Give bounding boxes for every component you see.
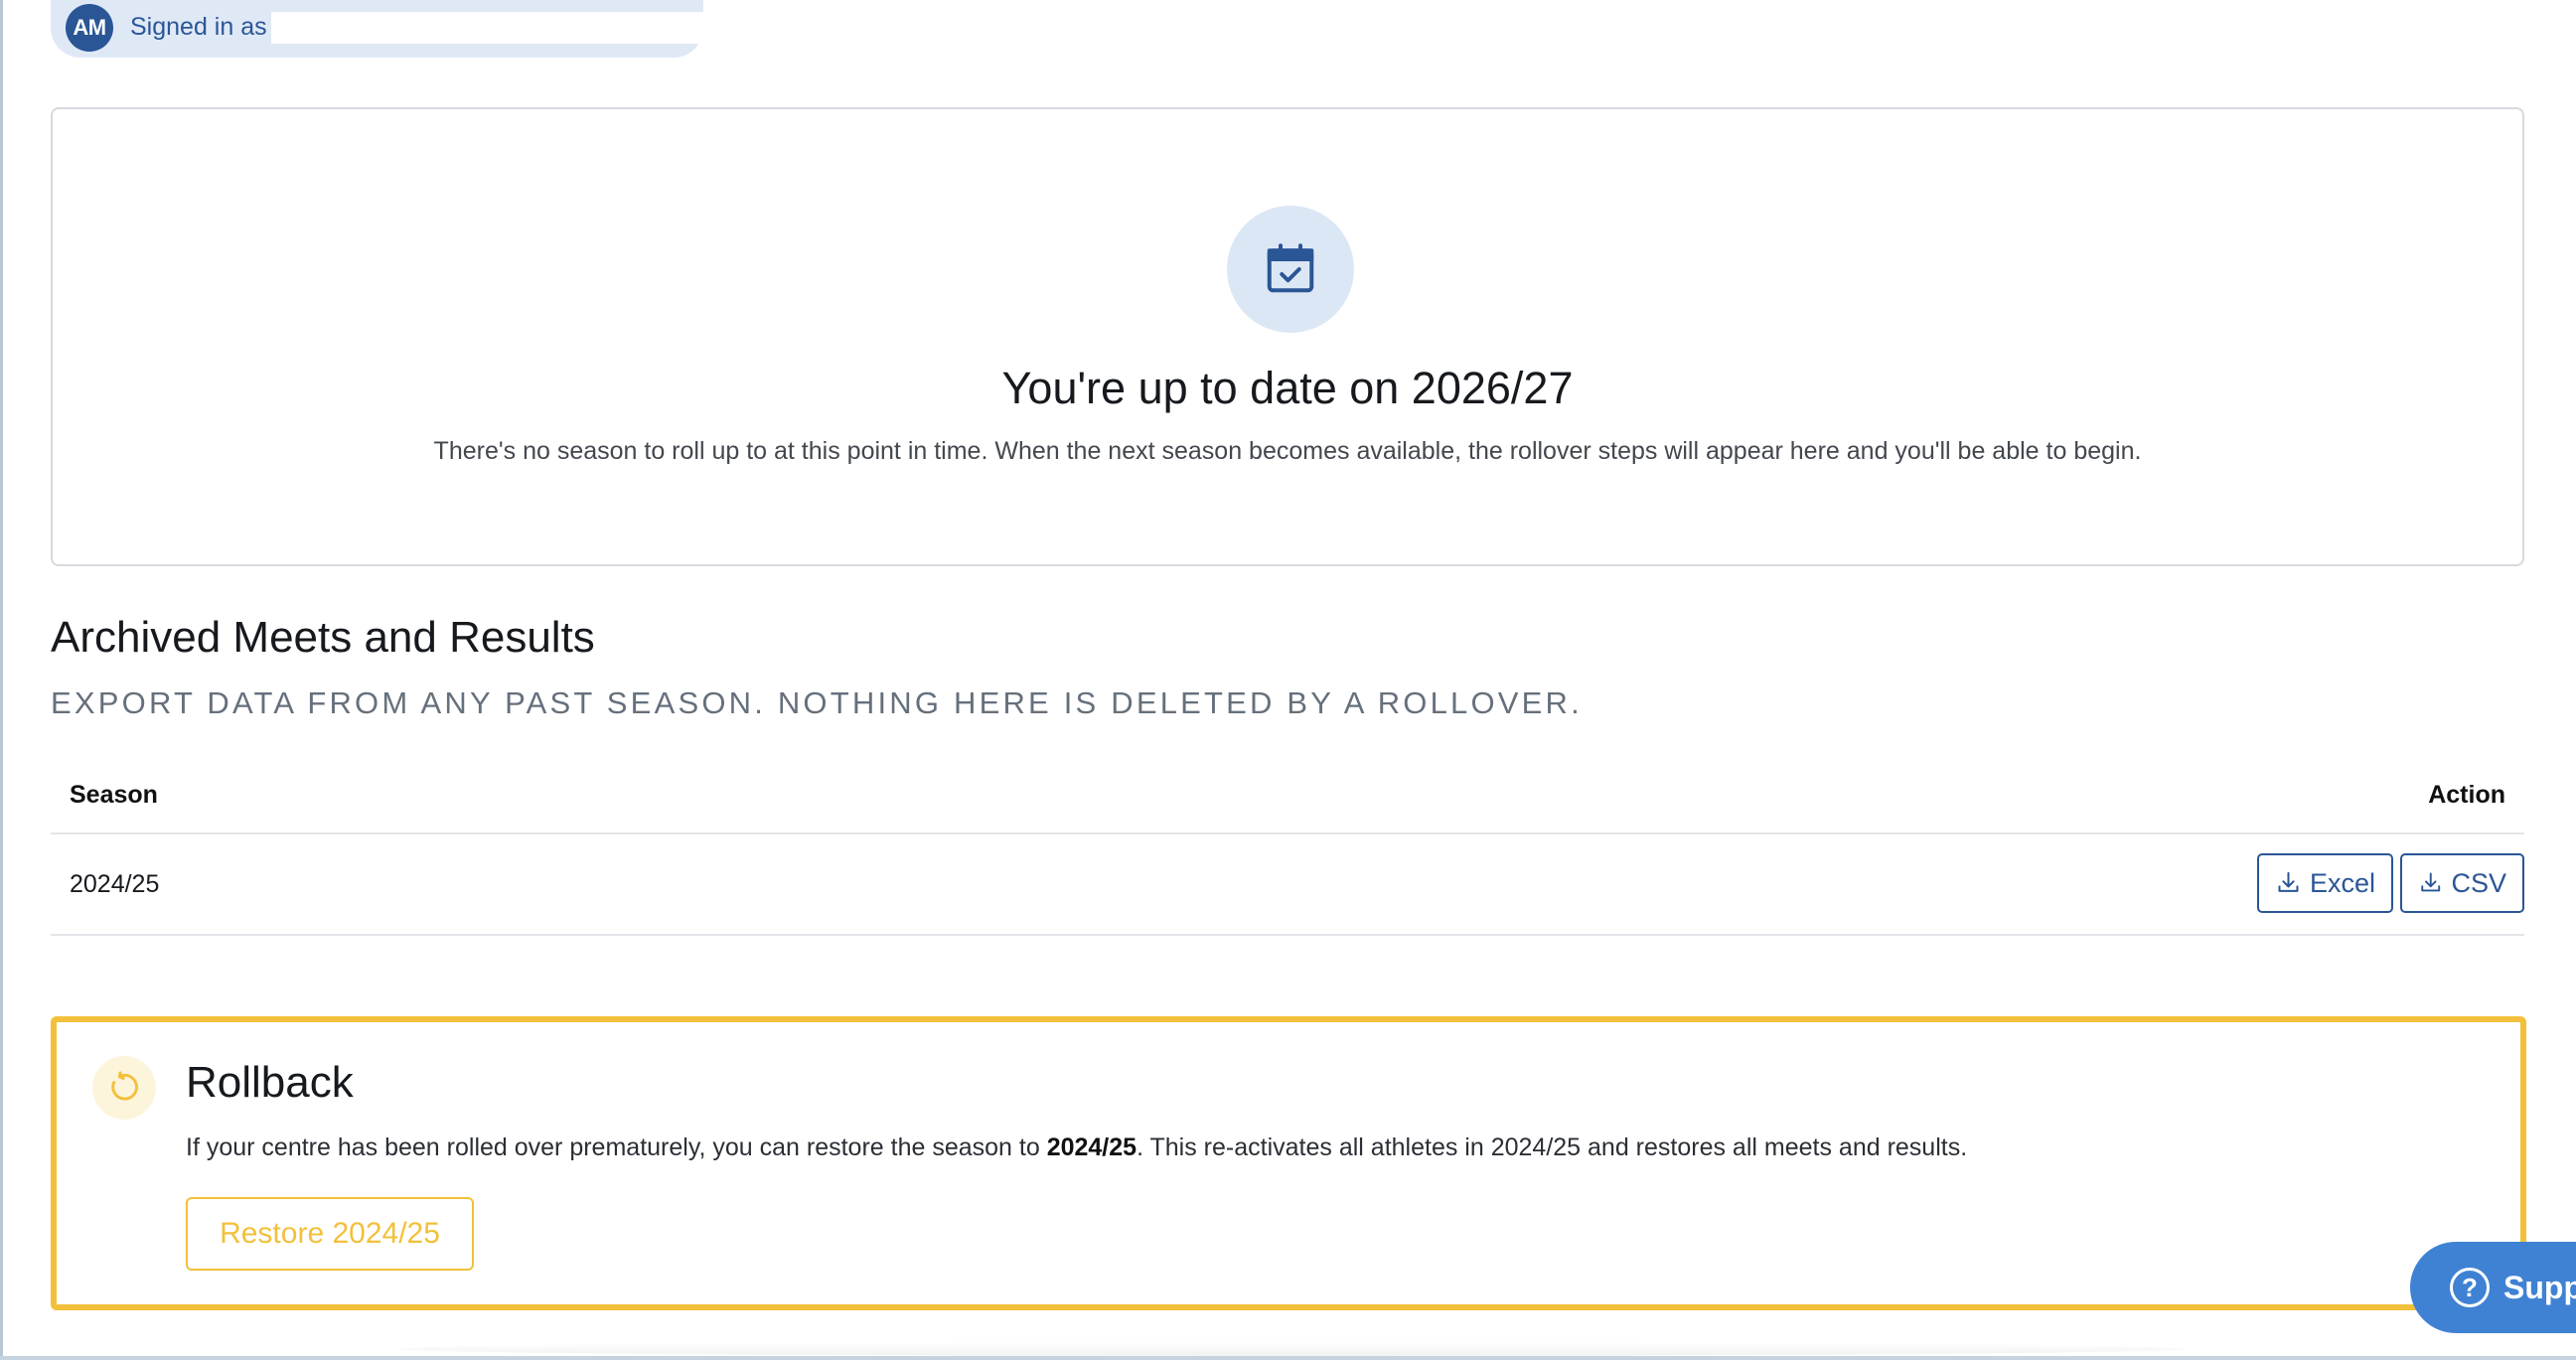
rollback-card: Rollback If your centre has been rolled … [51,1016,2526,1310]
export-csv-label: CSV [2451,867,2506,898]
status-description: There's no season to roll up to at this … [433,437,2142,465]
rollback-desc-season: 2024/25 [1046,1133,1137,1161]
rollback-description: If your centre has been rolled over prem… [186,1133,1967,1162]
export-actions: Excel CSV [2257,853,2524,913]
table-row: 2024/25 [51,834,2524,936]
restore-season-button[interactable]: Restore 2024/25 [186,1197,474,1271]
export-csv-button[interactable]: CSV [2400,853,2524,913]
support-label: Support [2503,1269,2576,1305]
download-icon [2278,871,2299,892]
season-cell: 2024/25 [70,870,160,898]
archive-table: Season Action 2024/25 [51,761,2524,936]
calendar-check-icon [1227,206,1354,333]
support-button[interactable]: ? Support [2410,1242,2576,1333]
column-header-season: Season [70,781,158,809]
table-header-row: Season Action [51,761,2524,834]
archive-section-subtitle: EXPORT DATA FROM ANY PAST SEASON. NOTHIN… [51,685,1583,720]
rollback-desc-text: If your centre has been rolled over prem… [186,1133,1047,1161]
question-icon: ? [2450,1268,2490,1307]
signed-in-indicator: AM Signed in as [51,0,746,58]
column-header-action: Action [2428,781,2505,809]
page-bottom-edge [0,1356,2576,1360]
user-email-redacted [271,12,746,44]
page-left-edge [0,0,3,1360]
archive-section-title: Archived Meets and Results [51,613,595,662]
avatar[interactable]: AM [66,4,113,52]
export-excel-button[interactable]: Excel [2257,853,2393,913]
download-icon [2421,872,2441,892]
export-excel-label: Excel [2309,867,2375,898]
season-status-card: You're up to date on 2026/27 There's no … [51,107,2524,566]
signed-in-label: Signed in as [130,13,267,41]
bottom-shadow [397,1342,2186,1356]
status-title: You're up to date on 2026/27 [1001,363,1574,413]
rollback-desc-text-end: . This re-activates all athletes in 2024… [1136,1133,1968,1161]
rollback-title: Rollback [186,1058,354,1107]
rollback-icon [92,1056,156,1120]
